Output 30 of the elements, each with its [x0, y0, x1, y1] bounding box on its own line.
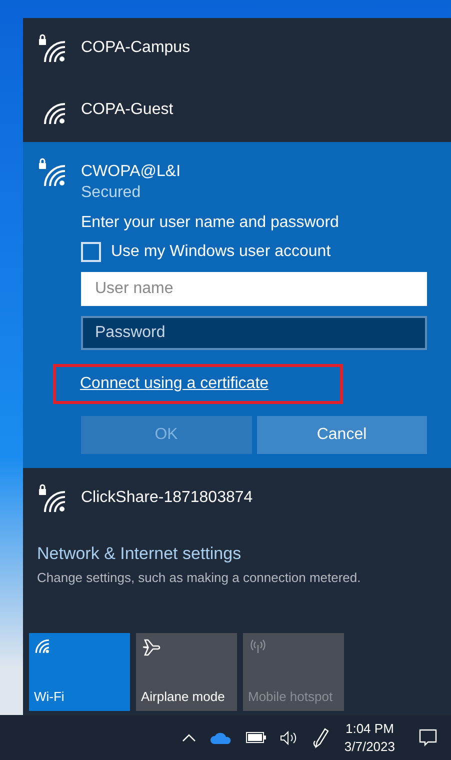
password-field[interactable]: Password — [81, 316, 427, 350]
quick-action-tile[interactable]: Airplane mode — [136, 633, 237, 711]
clock-date[interactable]: 3/7/2023 — [344, 739, 395, 754]
speaker-icon[interactable] — [280, 730, 298, 744]
cancel-button[interactable]: Cancel — [256, 416, 427, 454]
quick-action-tile[interactable]: Wi-Fi — [29, 633, 130, 711]
username-field[interactable]: User name — [81, 272, 427, 306]
checkbox-label[interactable]: Use my Windows user account — [111, 243, 331, 261]
airplane-icon — [141, 638, 161, 656]
network-item[interactable]: COPA-Guest — [23, 80, 451, 142]
settings-link[interactable]: Network & Internet settings — [37, 544, 437, 564]
network-name: ClickShare-1871803874 — [81, 489, 254, 507]
network-item[interactable]: ClickShare-1871803874 — [23, 468, 451, 530]
certificate-link[interactable]: Connect using a certificate — [80, 375, 269, 392]
network-name: CWOPA@L&I — [81, 163, 182, 181]
wifi-icon — [34, 638, 50, 654]
network-status: Secured — [81, 184, 142, 202]
pen-icon[interactable] — [312, 726, 330, 748]
checkbox[interactable] — [81, 242, 101, 262]
network-name: COPA-Guest — [81, 101, 174, 119]
chevron-up-icon[interactable] — [182, 734, 196, 742]
notification-icon[interactable] — [419, 728, 437, 746]
network-item[interactable]: COPA-Campus — [23, 18, 451, 80]
clock-time[interactable]: 1:04 PM — [345, 721, 394, 736]
network-name: COPA-Campus — [81, 39, 192, 57]
credentials-prompt: Enter your user name and password — [81, 214, 340, 232]
battery-icon[interactable] — [246, 732, 266, 743]
hotspot-icon — [248, 638, 268, 654]
cloud-icon[interactable] — [210, 732, 232, 744]
settings-description: Change settings, such as making a connection metered. — [37, 570, 362, 585]
